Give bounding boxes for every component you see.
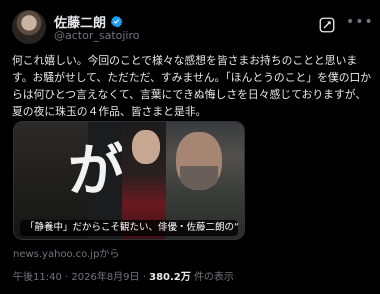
post-header: 佐藤二朗 @actor_satojiro ••• [12,10,373,46]
more-options-icon[interactable]: ••• [346,14,374,30]
card-image-beard [180,166,218,190]
post: 佐藤二朗 @actor_satojiro ••• 何これ嬉しい。今回のことで様々… [0,0,380,294]
post-text: 何これ嬉しい。今回のことで様々な感想を皆さまお持ちのことと思います。お騒がせして… [12,54,372,118]
post-meta: 午後11:40 · 2026年8月9日 · 380.2万 件の表示 [13,268,234,283]
views-label: 件の表示 [193,272,234,283]
link-card[interactable]: が 「静養中」だからこそ観たい、俳優・佐藤二朗の“怪… [13,121,245,240]
card-caption[interactable]: 「静養中」だからこそ観たい、俳優・佐藤二朗の“怪… [20,220,238,236]
user-handle[interactable]: @actor_satojiro [54,29,140,42]
avatar[interactable] [12,10,46,44]
views-count: 380.2万 [149,272,191,283]
card-image-face [132,130,160,164]
grok-icon[interactable] [318,16,336,34]
verified-badge-icon [110,15,123,28]
card-source[interactable]: news.yahoo.co.jpから [13,245,119,260]
post-date[interactable]: 2026年8月9日 [71,272,139,283]
card-image-text: が [68,138,124,204]
post-time[interactable]: 午後11:40 [13,272,62,283]
